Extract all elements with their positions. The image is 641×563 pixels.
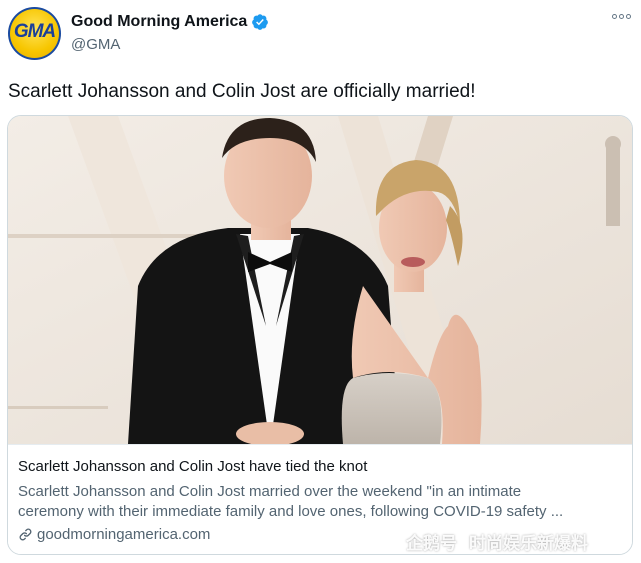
name-row: Good Morning America (71, 13, 269, 31)
handle[interactable]: @GMA (71, 36, 120, 53)
avatar[interactable]: GMA (8, 7, 61, 60)
display-name[interactable]: Good Morning America (71, 13, 247, 31)
card-image[interactable] (8, 116, 632, 444)
avatar-logo-text: GMA (13, 21, 56, 42)
link-icon (19, 528, 32, 541)
more-dot (612, 14, 617, 19)
penguin-logo-icon (384, 533, 400, 551)
card-title[interactable]: Scarlett Johansson and Colin Jost have t… (18, 458, 367, 475)
card-description-line: Scarlett Johansson and Colin Jost marrie… (18, 483, 522, 500)
watermark-platform: 企鹅号 (406, 534, 457, 553)
more-dot (619, 14, 624, 19)
watermark-channel: 时尚娱乐新爆料 (469, 534, 588, 553)
more-options-icon[interactable] (612, 14, 631, 19)
card-description: Scarlett Johansson and Colin Jost marrie… (18, 482, 623, 522)
more-dot (626, 14, 631, 19)
verified-badge-icon (252, 14, 269, 30)
link-card[interactable]: Scarlett Johansson and Colin Jost have t… (7, 115, 633, 555)
watermark: 企鹅号 时尚娱乐新爆料 (384, 529, 588, 554)
card-description-line: ceremony with their immediate family and… (18, 503, 564, 520)
tweet-text: Scarlett Johansson and Colin Jost are of… (8, 81, 476, 102)
card-link[interactable]: goodmorningamerica.com (18, 526, 210, 543)
card-link-text[interactable]: goodmorningamerica.com (37, 526, 210, 543)
